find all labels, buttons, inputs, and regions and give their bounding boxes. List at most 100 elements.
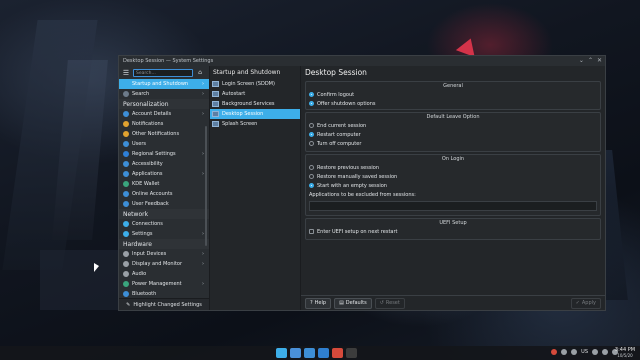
turn-off-radio-button[interactable]: [309, 141, 314, 146]
sidebar-item-power-management[interactable]: Power Management ›: [119, 279, 209, 289]
sidebar: ☰ Search... ⌂ Startup and Shutdown › Searc…: [119, 66, 210, 310]
offer-shutdown-toggle[interactable]: [309, 101, 314, 106]
subcategory-list: Login Screen (SDDM) Autostart Background S…: [210, 79, 300, 129]
subcategory-item-icon: [212, 81, 219, 87]
volume-icon[interactable]: [571, 349, 578, 355]
sidebar-item-online-accounts[interactable]: Online Accounts: [119, 189, 209, 199]
sidebar-item-user-feedback[interactable]: User Feedback: [119, 199, 209, 209]
restore-manual-radio-button[interactable]: [309, 174, 314, 179]
restore-previous-radio-button[interactable]: [309, 165, 314, 170]
subcategory-pane: Startup and Shutdown Login Screen (SDDM)…: [210, 66, 301, 310]
apply-icon: ✓: [575, 300, 580, 306]
sidebar-item-settings[interactable]: Settings ›: [119, 229, 209, 239]
help-button[interactable]: ? Help: [305, 297, 332, 309]
desktop-pager-icon[interactable]: [276, 348, 287, 358]
end-session-label: End current session: [317, 122, 367, 129]
uefi-setup-checkbox[interactable]: Enter UEFI setup on next restart: [306, 227, 600, 236]
end-session-radio[interactable]: End current session: [306, 121, 600, 130]
maximize-icon[interactable]: ⌃: [588, 57, 593, 64]
record-icon[interactable]: [551, 349, 558, 355]
bluetooth-icon[interactable]: [602, 349, 608, 355]
taskbar: US 3:44 PM 10/5/20: [0, 346, 640, 360]
sidebar-item-applications[interactable]: Applications ›: [119, 169, 209, 179]
file-manager-icon[interactable]: [318, 348, 329, 358]
sidebar-item-users[interactable]: Users: [119, 139, 209, 149]
subcategory-item-background-services[interactable]: Background Services: [210, 99, 300, 109]
page-title: Desktop Session: [305, 68, 367, 77]
network-icon[interactable]: [592, 349, 598, 355]
search-input[interactable]: Search...: [133, 68, 193, 77]
defaults-button[interactable]: ▤ Defaults: [334, 297, 372, 309]
close-icon[interactable]: ✕: [597, 57, 602, 64]
subcategory-item-desktop-session[interactable]: Desktop Session: [210, 109, 300, 119]
discover-icon[interactable]: [304, 348, 315, 358]
system-tray: US: [551, 349, 618, 355]
chevron-right-icon: ›: [202, 281, 204, 287]
sidebar-item-kde-wallet[interactable]: KDE Wallet: [119, 179, 209, 189]
apply-button[interactable]: ✓ Apply: [570, 297, 601, 309]
clock[interactable]: 3:44 PM 10/5/20: [612, 347, 638, 359]
end-session-radio-button[interactable]: [309, 123, 314, 128]
highlight-changed-button[interactable]: ✎ Highlight Changed Settings: [119, 298, 209, 310]
uefi-setup-check[interactable]: [309, 229, 314, 234]
sidebar-category-personalization: Personalization: [119, 99, 209, 109]
confirm-logout-toggle[interactable]: [309, 92, 314, 97]
general-group-title: General: [443, 83, 463, 89]
restore-previous-radio[interactable]: Restore previous session: [306, 163, 600, 172]
subcategory-item-autostart[interactable]: Autostart: [210, 89, 300, 99]
sidebar-item-icon: [123, 91, 129, 97]
restore-manual-radio[interactable]: Restore manually saved session: [306, 172, 600, 181]
window-titlebar[interactable]: Desktop Session — System Settings ⌄ ⌃ ✕: [119, 56, 605, 66]
minimize-icon[interactable]: ⌄: [579, 57, 584, 64]
system-settings-icon[interactable]: [290, 348, 301, 358]
restart-computer-radio[interactable]: Restart computer: [306, 130, 600, 139]
system-settings-window: Desktop Session — System Settings ⌄ ⌃ ✕ …: [118, 55, 606, 311]
sidebar-scrollbar[interactable]: [205, 126, 207, 246]
keyboard-layout[interactable]: US: [581, 349, 588, 355]
sidebar-list: Startup and Shutdown › Search › Personalizat…: [119, 79, 209, 299]
sidebar-category-hardware: Hardware: [119, 239, 209, 249]
empty-session-radio-button[interactable]: [309, 183, 314, 188]
sidebar-item-other-notifications[interactable]: Other Notifications: [119, 129, 209, 139]
default-leave-group: Default Leave Option End current session…: [305, 112, 601, 152]
sidebar-item-accessibility[interactable]: Accessibility: [119, 159, 209, 169]
subcategory-item-splash-screen[interactable]: Splash Screen: [210, 119, 300, 129]
sidebar-item-startup-and-shutdown[interactable]: Startup and Shutdown ›: [119, 79, 209, 89]
sidebar-item-regional-settings[interactable]: Regional Settings ›: [119, 149, 209, 159]
sidebar-item-display-and-monitor[interactable]: Display and Monitor ›: [119, 259, 209, 269]
subcategory-item-login-screen-sddm-[interactable]: Login Screen (SDDM): [210, 79, 300, 89]
sidebar-item-icon: [123, 221, 129, 227]
hamburger-menu-icon[interactable]: ☰: [122, 69, 130, 77]
exclude-apps-input[interactable]: [309, 201, 597, 211]
restore-previous-label: Restore previous session: [317, 164, 380, 171]
on-login-group-title: On Login: [441, 156, 465, 162]
sidebar-item-connections[interactable]: Connections: [119, 219, 209, 229]
sidebar-item-notifications[interactable]: Notifications: [119, 119, 209, 129]
subcategory-item-label: Login Screen (SDDM): [222, 81, 275, 87]
subcategory-item-label: Autostart: [222, 91, 246, 97]
clipboard-icon[interactable]: [561, 349, 568, 355]
sidebar-item-audio[interactable]: Audio: [119, 269, 209, 279]
clock-date: 10/5/20: [617, 353, 633, 358]
turn-off-label: Turn off computer: [317, 140, 362, 147]
chevron-right-icon: ›: [202, 231, 204, 237]
turn-off-radio[interactable]: Turn off computer: [306, 139, 600, 148]
offer-shutdown-checkbox[interactable]: Offer shutdown options: [306, 99, 600, 108]
sidebar-item-account-details[interactable]: Account Details ›: [119, 109, 209, 119]
chevron-right-icon: ›: [202, 91, 204, 97]
subcategory-item-label: Desktop Session: [222, 111, 264, 117]
restart-computer-radio-button[interactable]: [309, 132, 314, 137]
sidebar-item-icon: [123, 231, 129, 237]
confirm-logout-checkbox[interactable]: Confirm logout: [306, 90, 600, 99]
subcategory-item-label: Background Services: [222, 101, 275, 107]
chrome-icon[interactable]: [332, 348, 343, 358]
home-icon[interactable]: ⌂: [196, 69, 204, 77]
sidebar-item-search[interactable]: Search ›: [119, 89, 209, 99]
obs-icon[interactable]: [346, 348, 357, 358]
sidebar-item-input-devices[interactable]: Input Devices ›: [119, 249, 209, 259]
sidebar-item-icon: [123, 141, 129, 147]
sidebar-item-icon: [123, 131, 129, 137]
reset-button[interactable]: ↺ Reset: [374, 297, 405, 309]
empty-session-label: Start with an empty session: [317, 182, 387, 189]
empty-session-radio[interactable]: Start with an empty session: [306, 181, 600, 190]
